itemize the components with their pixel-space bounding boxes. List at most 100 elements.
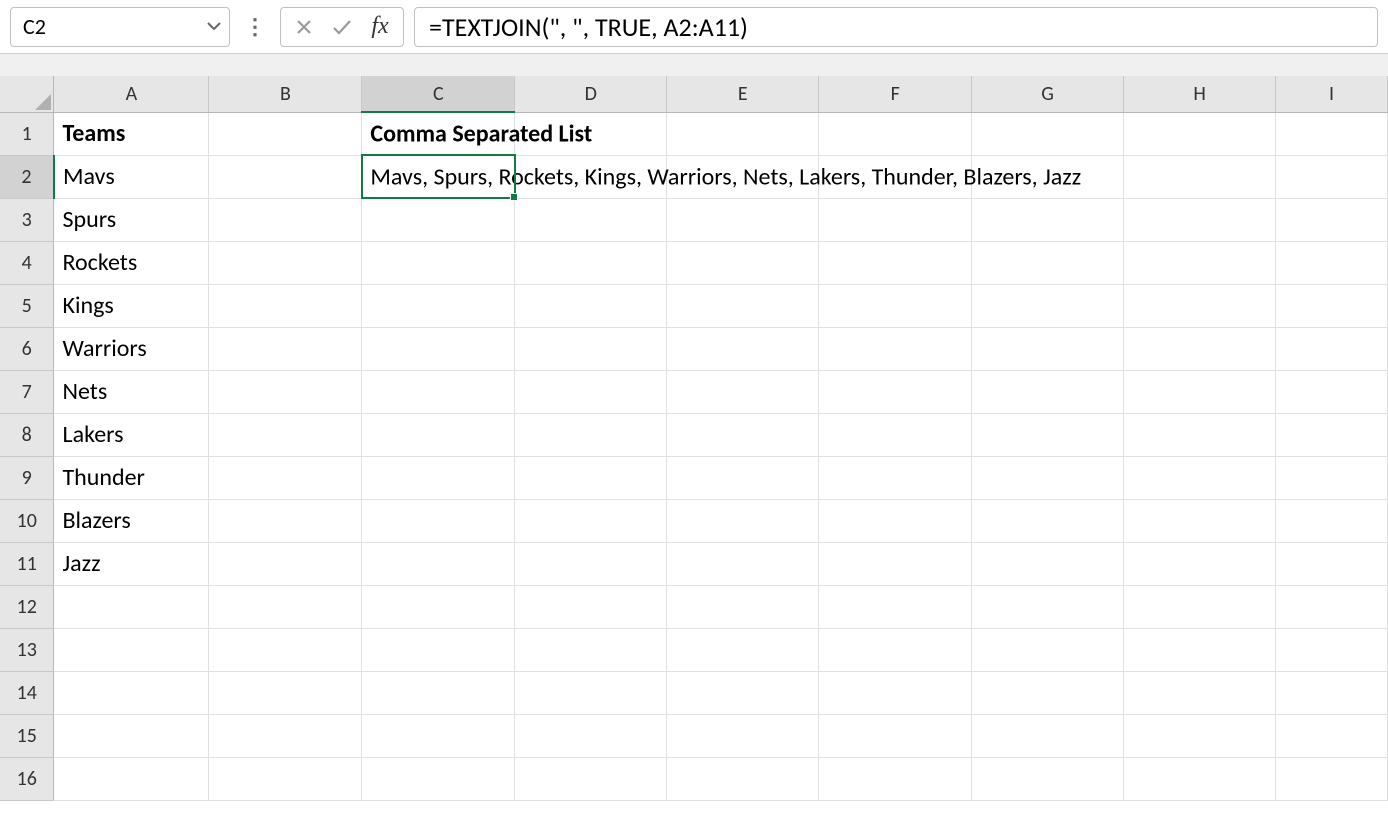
- cell-E16[interactable]: [667, 757, 819, 800]
- cell-I8[interactable]: [1276, 413, 1388, 456]
- cell-C9[interactable]: [362, 456, 515, 499]
- cell-H13[interactable]: [1124, 628, 1276, 671]
- cell-F11[interactable]: [819, 542, 972, 585]
- cancel-icon[interactable]: [291, 18, 317, 36]
- name-box[interactable]: C2: [10, 7, 230, 47]
- cell-H2[interactable]: [1124, 155, 1276, 198]
- col-header-I[interactable]: I: [1276, 76, 1388, 112]
- cell-C8[interactable]: [362, 413, 515, 456]
- cell-H8[interactable]: [1124, 413, 1276, 456]
- cell-A14[interactable]: [54, 671, 209, 714]
- cell-E6[interactable]: [667, 327, 819, 370]
- cell-I5[interactable]: [1276, 284, 1388, 327]
- row-header-8[interactable]: 8: [0, 413, 54, 456]
- cell-H9[interactable]: [1124, 456, 1276, 499]
- col-header-F[interactable]: F: [819, 76, 972, 112]
- cell-A13[interactable]: [54, 628, 209, 671]
- cell-G14[interactable]: [972, 671, 1124, 714]
- cell-C3[interactable]: [362, 198, 515, 241]
- cell-A9[interactable]: Thunder: [54, 456, 209, 499]
- cell-B10[interactable]: [209, 499, 362, 542]
- cell-H16[interactable]: [1124, 757, 1276, 800]
- cell-B2[interactable]: [209, 155, 362, 198]
- row-header-3[interactable]: 3: [0, 198, 54, 241]
- cell-G13[interactable]: [972, 628, 1124, 671]
- cell-H4[interactable]: [1124, 241, 1276, 284]
- cell-C2[interactable]: Mavs, Spurs, Rockets, Kings, Warriors, N…: [362, 155, 515, 198]
- cell-D10[interactable]: [515, 499, 667, 542]
- row-header-5[interactable]: 5: [0, 284, 54, 327]
- row-header-7[interactable]: 7: [0, 370, 54, 413]
- vertical-dots-icon[interactable]: ⋮: [240, 13, 270, 40]
- cell-H5[interactable]: [1124, 284, 1276, 327]
- row-header-16[interactable]: 16: [0, 757, 54, 800]
- cell-E3[interactable]: [667, 198, 819, 241]
- cell-D14[interactable]: [515, 671, 667, 714]
- col-header-C[interactable]: C: [362, 76, 515, 112]
- cell-I10[interactable]: [1276, 499, 1388, 542]
- cell-G6[interactable]: [972, 327, 1124, 370]
- row-header-9[interactable]: 9: [0, 456, 54, 499]
- cell-H7[interactable]: [1124, 370, 1276, 413]
- cell-F4[interactable]: [819, 241, 972, 284]
- cell-D5[interactable]: [515, 284, 667, 327]
- cell-D9[interactable]: [515, 456, 667, 499]
- cell-E1[interactable]: [667, 112, 819, 155]
- cell-E13[interactable]: [667, 628, 819, 671]
- enter-icon[interactable]: [329, 18, 355, 36]
- cell-E5[interactable]: [667, 284, 819, 327]
- cell-I7[interactable]: [1276, 370, 1388, 413]
- cell-D15[interactable]: [515, 714, 667, 757]
- cell-E8[interactable]: [667, 413, 819, 456]
- cell-H11[interactable]: [1124, 542, 1276, 585]
- cell-C16[interactable]: [362, 757, 515, 800]
- cell-F13[interactable]: [819, 628, 972, 671]
- cell-I6[interactable]: [1276, 327, 1388, 370]
- cell-I16[interactable]: [1276, 757, 1388, 800]
- cell-C10[interactable]: [362, 499, 515, 542]
- cell-B8[interactable]: [209, 413, 362, 456]
- row-header-11[interactable]: 11: [0, 542, 54, 585]
- col-header-H[interactable]: H: [1124, 76, 1276, 112]
- cell-F1[interactable]: [819, 112, 972, 155]
- cell-F8[interactable]: [819, 413, 972, 456]
- cell-H1[interactable]: [1124, 112, 1276, 155]
- cell-F7[interactable]: [819, 370, 972, 413]
- row-header-6[interactable]: 6: [0, 327, 54, 370]
- cell-A11[interactable]: Jazz: [54, 542, 209, 585]
- col-header-E[interactable]: E: [667, 76, 819, 112]
- col-header-A[interactable]: A: [54, 76, 209, 112]
- cell-G10[interactable]: [972, 499, 1124, 542]
- cell-B3[interactable]: [209, 198, 362, 241]
- cell-C14[interactable]: [362, 671, 515, 714]
- cell-C12[interactable]: [362, 585, 515, 628]
- row-header-12[interactable]: 12: [0, 585, 54, 628]
- row-header-13[interactable]: 13: [0, 628, 54, 671]
- row-header-14[interactable]: 14: [0, 671, 54, 714]
- cell-G12[interactable]: [972, 585, 1124, 628]
- cell-I9[interactable]: [1276, 456, 1388, 499]
- cell-F14[interactable]: [819, 671, 972, 714]
- cell-H15[interactable]: [1124, 714, 1276, 757]
- cell-E14[interactable]: [667, 671, 819, 714]
- cell-G7[interactable]: [972, 370, 1124, 413]
- cell-C11[interactable]: [362, 542, 515, 585]
- cell-H3[interactable]: [1124, 198, 1276, 241]
- cell-A4[interactable]: Rockets: [54, 241, 209, 284]
- formula-input[interactable]: =TEXTJOIN(", ", TRUE, A2:A11): [414, 7, 1378, 47]
- cell-D12[interactable]: [515, 585, 667, 628]
- cell-B4[interactable]: [209, 241, 362, 284]
- cell-G16[interactable]: [972, 757, 1124, 800]
- cell-A2[interactable]: Mavs: [54, 155, 209, 198]
- cell-I14[interactable]: [1276, 671, 1388, 714]
- cell-F5[interactable]: [819, 284, 972, 327]
- cell-A16[interactable]: [54, 757, 209, 800]
- cell-B16[interactable]: [209, 757, 362, 800]
- cell-I13[interactable]: [1276, 628, 1388, 671]
- row-header-15[interactable]: 15: [0, 714, 54, 757]
- cell-C1[interactable]: Comma Separated List: [362, 112, 515, 155]
- cell-G1[interactable]: [972, 112, 1124, 155]
- cell-B11[interactable]: [209, 542, 362, 585]
- cell-D11[interactable]: [515, 542, 667, 585]
- cell-D6[interactable]: [515, 327, 667, 370]
